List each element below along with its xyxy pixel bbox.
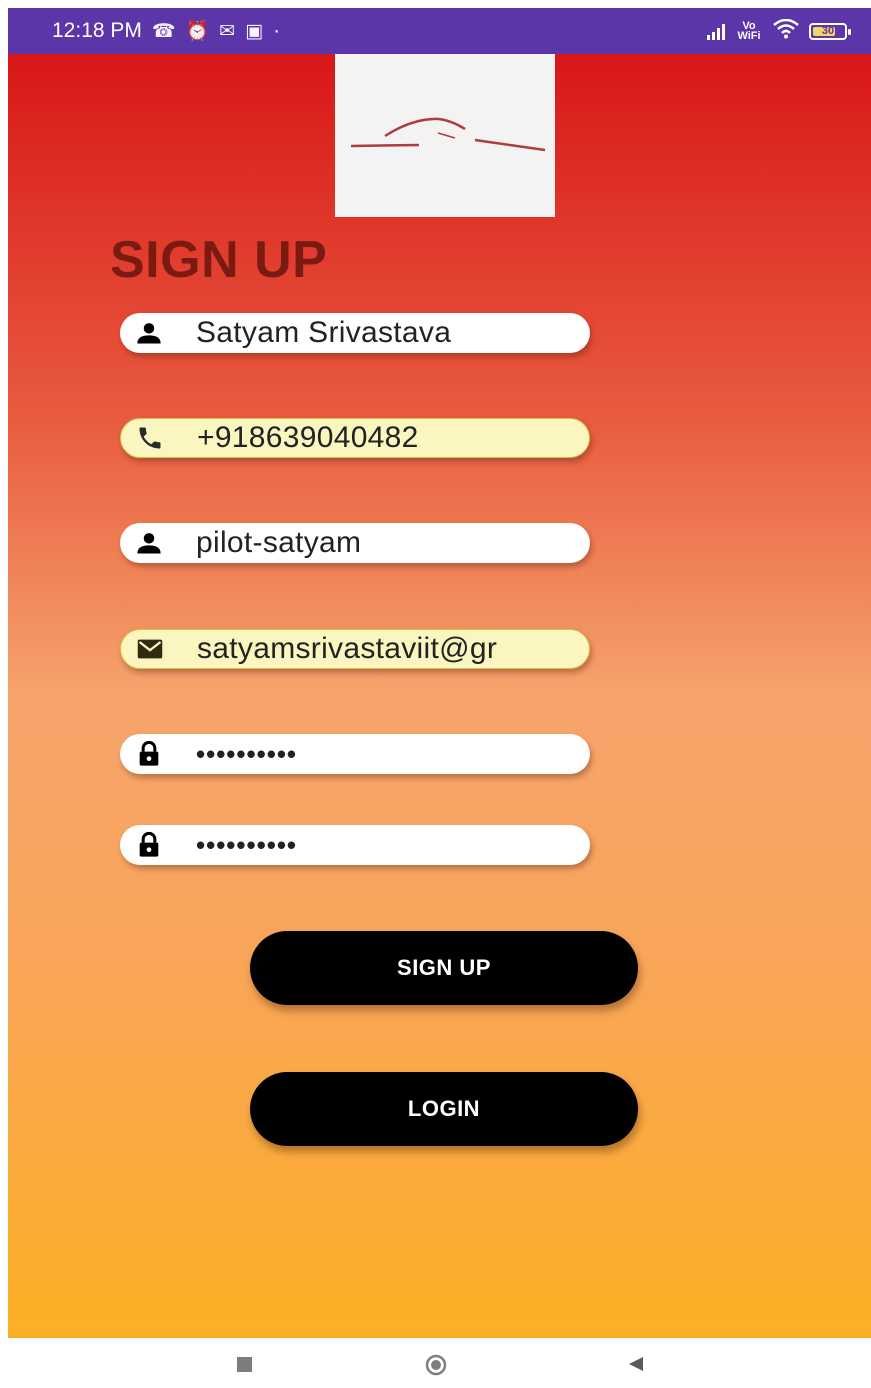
- person-icon: [120, 523, 178, 563]
- confirm-password-field[interactable]: ••••••••••: [120, 825, 590, 865]
- logo-mark-icon: [350, 117, 546, 152]
- status-right: Vo WiFi 30: [707, 18, 851, 43]
- vowifi-indicator: Vo WiFi: [737, 20, 761, 42]
- signup-screen: SIGN UP Satyam Srivastava +918639040482 …: [8, 54, 871, 1338]
- app-logo: [335, 54, 555, 217]
- status-dot: ·: [273, 19, 281, 42]
- battery-level-text: 30: [821, 25, 835, 37]
- lock-icon: [120, 734, 178, 774]
- app-screen: 12:18 PM ☎ ⏰ ✉ ▣ · Vo WiFi 30 SIGN UP Sa…: [8, 8, 871, 1338]
- login-button[interactable]: LOGIN: [250, 1072, 638, 1146]
- name-input[interactable]: Satyam Srivastava: [178, 316, 451, 350]
- email-field[interactable]: satyamsrivastaviit@gr: [120, 629, 590, 669]
- name-field[interactable]: Satyam Srivastava: [120, 313, 590, 353]
- alarm-icon: ⏰: [185, 21, 210, 42]
- confirm-password-input[interactable]: ••••••••••: [178, 830, 297, 861]
- password-input[interactable]: ••••••••••: [178, 739, 297, 770]
- status-bar: 12:18 PM ☎ ⏰ ✉ ▣ · Vo WiFi 30: [8, 8, 871, 54]
- signal-icon: [707, 22, 725, 40]
- phone-input[interactable]: +918639040482: [179, 421, 419, 455]
- missed-call-icon: ☎: [151, 20, 176, 42]
- person-icon: [120, 313, 178, 353]
- username-field[interactable]: pilot-satyam: [120, 523, 590, 563]
- page-title: SIGN UP: [110, 231, 328, 289]
- phone-field[interactable]: +918639040482: [120, 418, 590, 458]
- gmail-icon: ✉: [219, 20, 236, 42]
- phone-icon: [121, 419, 179, 457]
- status-left: 12:18 PM ☎ ⏰ ✉ ▣ ·: [52, 19, 280, 43]
- battery-icon: 30: [809, 22, 851, 40]
- recents-square-icon[interactable]: [235, 1354, 255, 1374]
- email-input[interactable]: satyamsrivastaviit@gr: [179, 632, 497, 666]
- home-circle-icon[interactable]: [425, 1354, 447, 1376]
- signup-button[interactable]: SIGN UP: [250, 931, 638, 1005]
- status-time: 12:18 PM: [52, 19, 142, 42]
- navigation-bar: [0, 1338, 871, 1388]
- password-field[interactable]: ••••••••••: [120, 734, 590, 774]
- email-icon: [121, 630, 179, 668]
- app-icon: ▣: [245, 20, 264, 42]
- username-input[interactable]: pilot-satyam: [178, 526, 361, 560]
- back-triangle-icon[interactable]: [626, 1354, 646, 1374]
- wifi-icon: [773, 18, 799, 43]
- lock-icon: [120, 825, 178, 865]
